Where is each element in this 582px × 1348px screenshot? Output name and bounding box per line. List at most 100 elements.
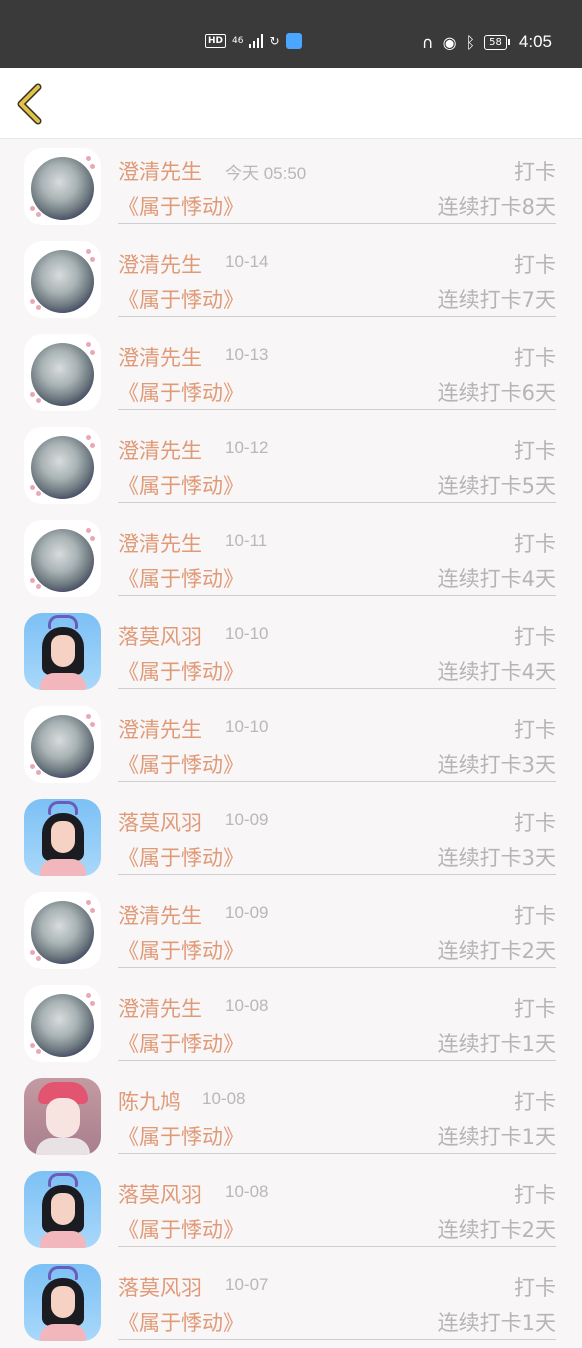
row-divider — [118, 409, 556, 410]
battery-icon: 58 — [484, 34, 510, 50]
avatar[interactable] — [24, 334, 101, 411]
checkin-time: 10-10 — [225, 717, 269, 736]
checkin-time: 10-12 — [225, 438, 269, 457]
row-divider — [118, 688, 556, 689]
row-divider — [118, 1060, 556, 1061]
row-divider — [118, 1246, 556, 1247]
status-right-icons: ∩ ◉ ᛒ 58 4:05 — [422, 32, 552, 52]
book-title[interactable]: 《属于悸动》 — [118, 563, 244, 593]
avatar[interactable] — [24, 1171, 101, 1248]
avatar[interactable] — [24, 148, 101, 225]
streak-count: 连续打卡2天 — [437, 939, 556, 963]
user-name[interactable]: 落莫风羽 — [118, 621, 202, 651]
user-name[interactable]: 澄清先生 — [118, 156, 202, 186]
user-name[interactable]: 澄清先生 — [118, 435, 202, 465]
checkin-row[interactable]: 澄清先生 10-13 打卡 《属于悸动》 连续打卡6天 — [0, 325, 582, 418]
book-title[interactable]: 《属于悸动》 — [118, 935, 244, 965]
sync-icon: ↻ — [269, 34, 280, 48]
checkin-list[interactable]: 澄清先生 今天 05:50 打卡 《属于悸动》 连续打卡8天 澄清先生 10-14 打卡 《属于… — [0, 139, 582, 1348]
checkin-row[interactable]: 澄清先生 10-14 打卡 《属于悸动》 连续打卡7天 — [0, 232, 582, 325]
avatar[interactable] — [24, 613, 101, 690]
user-name[interactable]: 落莫风羽 — [118, 807, 202, 837]
checkin-time: 10-08 — [202, 1089, 246, 1108]
streak-count: 连续打卡3天 — [437, 846, 556, 870]
checkin-row[interactable]: 澄清先生 今天 05:50 打卡 《属于悸动》 连续打卡8天 — [0, 139, 582, 232]
chevron-left-icon — [17, 83, 42, 125]
book-title[interactable]: 《属于悸动》 — [118, 377, 244, 407]
app-notification-icon — [285, 33, 302, 49]
checkin-action[interactable]: 打卡 — [514, 1272, 556, 1302]
book-title[interactable]: 《属于悸动》 — [118, 656, 244, 686]
avatar[interactable] — [24, 706, 101, 783]
row-divider — [118, 502, 556, 503]
signal-icon — [249, 34, 264, 48]
checkin-row[interactable]: 澄清先生 10-08 打卡 《属于悸动》 连续打卡1天 — [0, 976, 582, 1069]
book-title[interactable]: 《属于悸动》 — [118, 1214, 244, 1244]
checkin-row[interactable]: 澄清先生 10-10 打卡 《属于悸动》 连续打卡3天 — [0, 697, 582, 790]
row-divider — [118, 595, 556, 596]
user-name[interactable]: 澄清先生 — [118, 900, 202, 930]
user-name[interactable]: 澄清先生 — [118, 342, 202, 372]
checkin-time: 10-07 — [225, 1275, 269, 1294]
user-name[interactable]: 澄清先生 — [118, 249, 202, 279]
avatar[interactable] — [24, 427, 101, 504]
book-title[interactable]: 《属于悸动》 — [118, 1121, 244, 1151]
row-divider — [118, 223, 556, 224]
checkin-row[interactable]: 澄清先生 10-12 打卡 《属于悸动》 连续打卡5天 — [0, 418, 582, 511]
checkin-action[interactable]: 打卡 — [514, 993, 556, 1023]
book-title[interactable]: 《属于悸动》 — [118, 284, 244, 314]
back-button[interactable] — [12, 82, 52, 126]
avatar[interactable] — [24, 1264, 101, 1341]
checkin-row[interactable]: 陈九鸠 10-08 打卡《属于悸动》 连续打卡1天 — [0, 1069, 582, 1162]
eye-icon: ◉ — [442, 32, 457, 52]
user-name[interactable]: 落莫风羽 — [118, 1179, 202, 1209]
streak-count: 连续打卡7天 — [437, 288, 556, 312]
checkin-action[interactable]: 打卡 — [514, 807, 556, 837]
book-title[interactable]: 《属于悸动》 — [118, 1307, 244, 1337]
checkin-action[interactable]: 打卡 — [514, 1086, 556, 1116]
checkin-action[interactable]: 打卡 — [514, 528, 556, 558]
headphones-icon: ∩ — [421, 32, 434, 52]
book-title[interactable]: 《属于悸动》 — [118, 1028, 244, 1058]
checkin-time: 10-11 — [225, 531, 268, 550]
checkin-row[interactable]: 落莫风羽 10-07 打卡 《属于悸动》 连续打卡1天 — [0, 1255, 582, 1348]
checkin-row[interactable]: 澄清先生 10-09 打卡 《属于悸动》 连续打卡2天 — [0, 883, 582, 976]
avatar[interactable] — [24, 241, 101, 318]
streak-count: 连续打卡1天 — [437, 1125, 556, 1149]
row-divider — [118, 967, 556, 968]
checkin-action[interactable]: 打卡 — [514, 156, 556, 186]
checkin-row[interactable]: 澄清先生 10-11 打卡 《属于悸动》 连续打卡4天 — [0, 511, 582, 604]
network-type: 46 — [232, 35, 244, 46]
book-title[interactable]: 《属于悸动》 — [118, 842, 244, 872]
user-name[interactable]: 陈九鸠 — [118, 1086, 181, 1116]
checkin-row[interactable]: 落莫风羽 10-10 打卡《属于悸动》 连续打卡4天 — [0, 604, 582, 697]
checkin-row[interactable]: 落莫风羽 10-08 打卡 《属于悸动》 连续打卡2天 — [0, 1162, 582, 1255]
avatar[interactable] — [24, 985, 101, 1062]
avatar[interactable] — [24, 892, 101, 969]
checkin-action[interactable]: 打卡 — [514, 714, 556, 744]
checkin-action[interactable]: 打卡 — [514, 342, 556, 372]
checkin-action[interactable]: 打卡 — [514, 621, 556, 651]
user-name[interactable]: 澄清先生 — [118, 993, 202, 1023]
checkin-time: 10-10 — [225, 624, 269, 643]
row-divider — [118, 781, 556, 782]
user-name[interactable]: 澄清先生 — [118, 714, 202, 744]
book-title[interactable]: 《属于悸动》 — [118, 749, 244, 779]
checkin-row[interactable]: 落莫风羽 10-09 打卡 《属于悸动》 连续打卡3天 — [0, 790, 582, 883]
checkin-action[interactable]: 打卡 — [514, 249, 556, 279]
book-title[interactable]: 《属于悸动》 — [118, 470, 244, 500]
streak-count: 连续打卡4天 — [437, 660, 556, 684]
row-divider — [118, 316, 556, 317]
checkin-time: 10-08 — [225, 996, 269, 1015]
checkin-action[interactable]: 打卡 — [514, 1179, 556, 1209]
avatar[interactable] — [24, 799, 101, 876]
user-name[interactable]: 澄清先生 — [118, 528, 202, 558]
user-name[interactable]: 落莫风羽 — [118, 1272, 202, 1302]
checkin-time: 今天 05:50 — [225, 164, 307, 183]
checkin-action[interactable]: 打卡 — [514, 900, 556, 930]
avatar[interactable] — [24, 1078, 101, 1155]
checkin-action[interactable]: 打卡 — [514, 435, 556, 465]
checkin-time: 10-08 — [225, 1182, 269, 1201]
avatar[interactable] — [24, 520, 101, 597]
book-title[interactable]: 《属于悸动》 — [118, 191, 244, 221]
